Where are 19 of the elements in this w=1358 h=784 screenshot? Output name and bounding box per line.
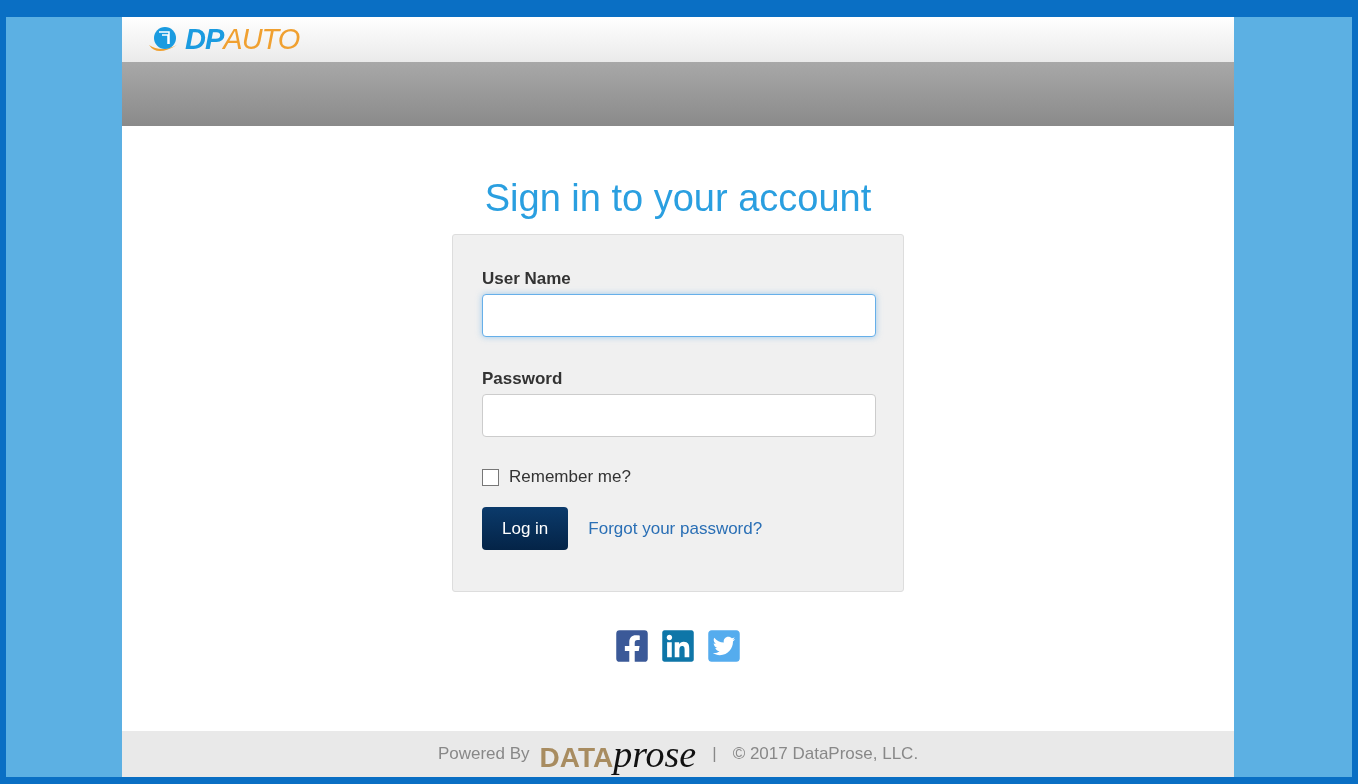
- brand-logo-text: prose: [613, 734, 697, 773]
- page-title: Sign in to your account: [484, 177, 872, 220]
- field-label: User Name: [482, 269, 572, 289]
- powered-by-text: Powered By: [437, 744, 530, 764]
- separator-text: |: [712, 744, 717, 764]
- brand-logo-text: DATA: [539, 741, 614, 773]
- logo-text: DP: [185, 23, 224, 56]
- copyright-text: © 2017 DataProse, LLC.: [732, 744, 919, 764]
- facebook-icon[interactable]: [614, 628, 650, 664]
- twitter-icon[interactable]: [706, 628, 742, 664]
- checkbox[interactable]: [482, 468, 499, 486]
- input-field[interactable]: [482, 394, 876, 437]
- field-label: Password: [482, 369, 564, 389]
- forgot-password-link[interactable]: Forgot your password?: [588, 518, 763, 539]
- logo-text: AUTO: [223, 23, 300, 56]
- checkbox-label: Remember me?: [509, 467, 631, 487]
- input-field[interactable]: [482, 294, 876, 337]
- linkedin-icon[interactable]: [660, 628, 696, 664]
- login-button[interactable]: Log in: [482, 507, 569, 550]
